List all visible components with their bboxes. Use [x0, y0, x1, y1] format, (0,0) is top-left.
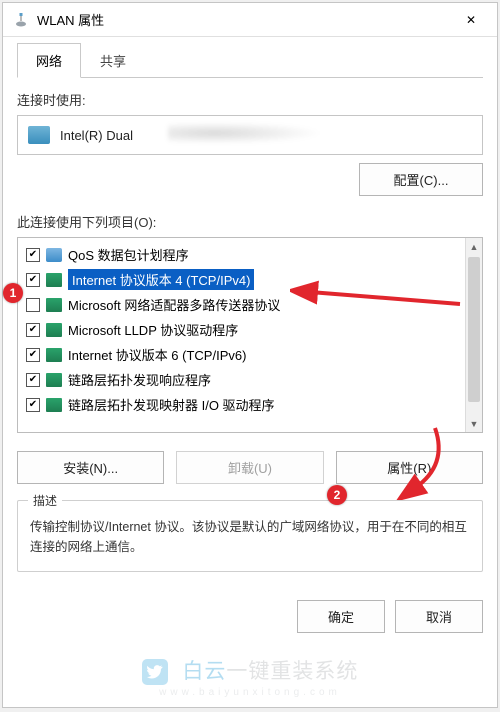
protocol-icon — [46, 348, 62, 362]
annotation-marker-2: 2 — [327, 485, 347, 505]
description-title: 描述 — [28, 492, 62, 509]
component-label: Microsoft 网络适配器多路传送器协议 — [68, 295, 280, 314]
configure-button[interactable]: 配置(C)... — [359, 163, 483, 196]
install-button[interactable]: 安装(N)... — [17, 451, 164, 484]
close-icon: ✕ — [466, 13, 476, 27]
titlebar: WLAN 属性 ✕ — [3, 3, 497, 37]
connect-using-label: 连接时使用: — [17, 90, 483, 109]
wlan-properties-dialog: WLAN 属性 ✕ 网络 共享 连接时使用: Intel(R) Dual 配置(… — [2, 2, 498, 708]
scroll-up-button[interactable]: ▲ — [466, 238, 482, 255]
redacted-smudge — [168, 122, 323, 144]
component-label: QoS 数据包计划程序 — [68, 245, 189, 264]
dialog-footer: 确定 取消 — [17, 600, 483, 637]
adapter-card-icon — [28, 126, 50, 144]
component-checkbox[interactable] — [26, 348, 40, 362]
scroll-thumb[interactable] — [468, 257, 480, 402]
adapter-box: Intel(R) Dual — [17, 115, 483, 155]
component-checkbox[interactable] — [26, 298, 40, 312]
component-row-1[interactable]: Internet 协议版本 4 (TCP/IPv4) — [20, 267, 480, 292]
component-checkbox[interactable] — [26, 273, 40, 287]
component-row-0[interactable]: QoS 数据包计划程序 — [20, 242, 480, 267]
adapter-name: Intel(R) Dual — [60, 128, 133, 143]
tab-sharing[interactable]: 共享 — [81, 43, 145, 78]
close-button[interactable]: ✕ — [449, 5, 493, 35]
annotation-marker-1: 1 — [3, 283, 23, 303]
component-checkbox[interactable] — [26, 248, 40, 262]
description-group: 描述 传输控制协议/Internet 协议。该协议是默认的广域网络协议，用于在不… — [17, 500, 483, 572]
component-row-3[interactable]: Microsoft LLDP 协议驱动程序 — [20, 317, 480, 342]
scroll-down-button[interactable]: ▼ — [466, 415, 482, 432]
component-row-2[interactable]: Microsoft 网络适配器多路传送器协议 — [20, 292, 480, 317]
components-listbox[interactable]: QoS 数据包计划程序 Internet 协议版本 4 (TCP/IPv4) Mic… — [17, 237, 483, 433]
component-label: 链路层拓扑发现响应程序 — [68, 370, 211, 389]
component-checkbox[interactable] — [26, 398, 40, 412]
uninstall-button: 卸载(U) — [176, 451, 323, 484]
description-text: 传输控制协议/Internet 协议。该协议是默认的广域网络协议，用于在不同的相… — [30, 517, 470, 557]
component-label: Internet 协议版本 4 (TCP/IPv4) — [68, 269, 254, 290]
tab-bar: 网络 共享 — [17, 43, 483, 78]
component-checkbox[interactable] — [26, 373, 40, 387]
protocol-icon — [46, 323, 62, 337]
list-scrollbar[interactable]: ▲ ▼ — [465, 238, 482, 432]
component-row-4[interactable]: Internet 协议版本 6 (TCP/IPv6) — [20, 342, 480, 367]
component-row-6[interactable]: 链路层拓扑发现映射器 I/O 驱动程序 — [20, 392, 480, 417]
cancel-button[interactable]: 取消 — [395, 600, 483, 633]
tab-network[interactable]: 网络 — [17, 43, 81, 78]
protocol-icon — [46, 273, 62, 287]
properties-button[interactable]: 属性(R) — [336, 451, 483, 484]
component-checkbox[interactable] — [26, 323, 40, 337]
protocol-icon — [46, 298, 62, 312]
components-label: 此连接使用下列项目(O): — [17, 212, 483, 231]
component-label: 链路层拓扑发现映射器 I/O 驱动程序 — [68, 395, 275, 414]
qos-icon — [46, 248, 62, 262]
network-adapter-icon — [13, 12, 29, 28]
component-row-5[interactable]: 链路层拓扑发现响应程序 — [20, 367, 480, 392]
scroll-track[interactable] — [466, 255, 482, 415]
ok-button[interactable]: 确定 — [297, 600, 385, 633]
component-label: Microsoft LLDP 协议驱动程序 — [68, 320, 238, 339]
protocol-icon — [46, 398, 62, 412]
component-label: Internet 协议版本 6 (TCP/IPv6) — [68, 345, 246, 364]
content-area: 网络 共享 连接时使用: Intel(R) Dual 配置(C)... 此连接使… — [3, 37, 497, 707]
window-title: WLAN 属性 — [37, 10, 449, 29]
protocol-icon — [46, 373, 62, 387]
